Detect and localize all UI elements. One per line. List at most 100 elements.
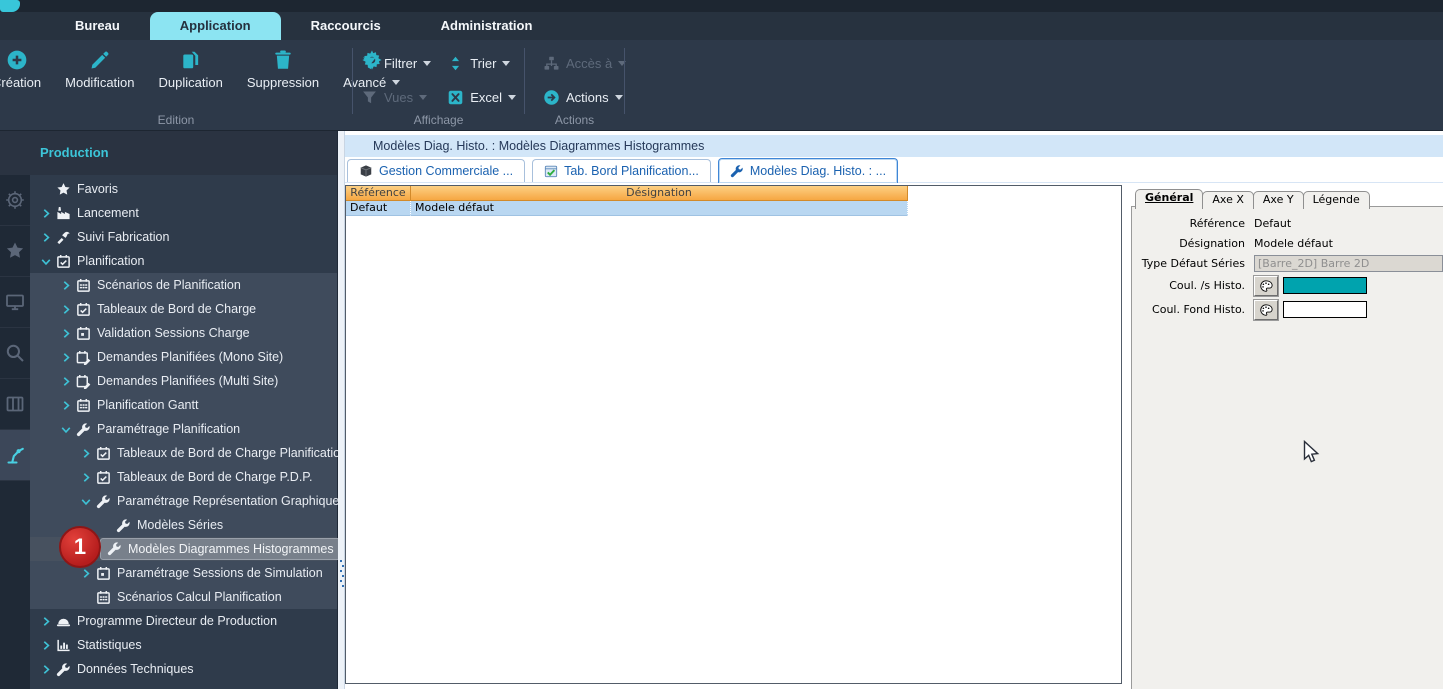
chevron-placeholder <box>38 184 54 195</box>
tree-item-demandes-planifiees-mono-site[interactable]: Demandes Planifiées (Mono Site) <box>30 345 337 369</box>
tree-item-suivi-fabrication[interactable]: Suivi Fabrication <box>30 225 337 249</box>
chevron-down-icon[interactable] <box>38 256 54 267</box>
document-tab-modeles-diag-histo[interactable]: Modèles Diag. Histo. : ... <box>718 158 898 183</box>
tree-item-tableaux-de-bord-de-charge-p-d-p[interactable]: Tableaux de Bord de Charge P.D.P. <box>30 465 337 489</box>
sidebar-splitter[interactable] <box>338 131 345 689</box>
chevron-right-icon[interactable] <box>38 616 54 627</box>
properties-tab-axe-x[interactable]: Axe X <box>1202 191 1254 209</box>
actions-button[interactable]: Actions <box>543 86 626 108</box>
tree-item-planification-gantt[interactable]: Planification Gantt <box>30 393 337 417</box>
menu-tab-bureau[interactable]: Bureau <box>45 12 150 40</box>
chevron-right-icon[interactable] <box>58 400 74 411</box>
activity-search-button[interactable] <box>0 328 30 379</box>
table-row-defaut[interactable]: DefautModele défaut <box>346 201 1121 216</box>
document-tab-gestion-commerciale[interactable]: Gestion Commerciale ... <box>347 159 525 182</box>
wrench-icon <box>730 164 744 178</box>
chevron-right-icon[interactable] <box>78 448 94 459</box>
chevron-down-icon[interactable] <box>58 424 74 435</box>
chevron-right-icon[interactable] <box>38 232 54 243</box>
navigation-sidebar: Production FavorisLancementSuivi Fabrica… <box>0 131 338 689</box>
tree-item-label: Scénarios de Planification <box>97 278 241 292</box>
main-menu: BureauApplicationRaccourcisAdministratio… <box>45 12 562 40</box>
chevron-right-icon[interactable] <box>58 376 74 387</box>
star-icon <box>5 241 25 261</box>
collapse-sidebar-icon[interactable] <box>6 145 22 161</box>
plus-circle-icon <box>6 49 28 71</box>
creation-button[interactable]: Création <box>0 47 45 92</box>
monitor-icon <box>5 292 25 312</box>
tree-item-favoris[interactable]: Favoris <box>30 177 337 201</box>
ribbon-group-edition: Création Modification Duplication Suppressi… <box>0 40 352 130</box>
activity-robot-arm-button[interactable] <box>0 430 30 481</box>
coul-fond-histo-swatch[interactable] <box>1283 301 1367 318</box>
column-header-reference[interactable]: Référence <box>346 186 411 201</box>
properties-tab-legende[interactable]: Légende <box>1303 191 1370 209</box>
chevron-right-icon[interactable] <box>58 304 74 315</box>
tree-item-demandes-planifiees-multi-site[interactable]: Demandes Planifiées (Multi Site) <box>30 369 337 393</box>
duplication-button[interactable]: Duplication <box>155 47 227 92</box>
activity-columns-button[interactable] <box>0 379 30 430</box>
view-titlebar: Modèles Diag. Histo. : Modèles Diagramme… <box>345 135 1443 157</box>
chevron-right-icon[interactable] <box>38 640 54 651</box>
filtrer-button[interactable]: Filtrer <box>361 52 431 74</box>
tree-item-statistiques[interactable]: Statistiques <box>30 633 337 657</box>
calendar-icon <box>76 326 91 341</box>
tree-item-parametrage-representation-graphique[interactable]: Paramétrage Représentation Graphique <box>30 489 337 513</box>
column-header-designation[interactable]: Désignation <box>411 186 908 201</box>
properties-tab-axe-y[interactable]: Axe Y <box>1253 191 1304 209</box>
chevron-right-icon[interactable] <box>78 568 94 579</box>
filtrer-button-label: Filtrer <box>384 56 431 71</box>
close-sidebar-icon[interactable] <box>315 145 329 159</box>
suppression-button[interactable]: Suppression <box>243 47 323 92</box>
tree-item-label: Lancement <box>77 206 139 220</box>
coul-fond-histo-picker-button[interactable] <box>1254 300 1278 320</box>
tree-item-scenarios-de-planification[interactable]: Scénarios de Planification <box>30 273 337 297</box>
document-tab-tab-bord-planification[interactable]: Tab. Bord Planification... <box>532 159 711 182</box>
tree-item-scenarios-calcul-planification[interactable]: Scénarios Calcul Planification <box>30 585 337 609</box>
acces-a-button[interactable]: Accès à <box>543 52 626 74</box>
tree-item-label: Paramétrage Sessions de Simulation <box>117 566 323 580</box>
menu-tab-application[interactable]: Application <box>150 12 281 40</box>
chevron-right-icon[interactable] <box>38 664 54 675</box>
menu-tab-raccourcis[interactable]: Raccourcis <box>281 12 411 40</box>
trier-button[interactable]: Trier <box>447 52 516 74</box>
excel-button[interactable]: Excel <box>447 86 516 108</box>
tree-item-label: Tableaux de Bord de Charge <box>97 302 256 316</box>
ribbon-group-actions: Accès àActions Actions <box>525 40 624 130</box>
properties-tab-general[interactable]: Général <box>1135 189 1203 209</box>
ribbon-group-separator <box>524 48 525 114</box>
chevron-right-icon[interactable] <box>58 280 74 291</box>
designation-label: Désignation <box>1132 237 1245 250</box>
document-tab-label: Gestion Commerciale ... <box>379 164 513 178</box>
tree-item-programme-directeur-de-production[interactable]: Programme Directeur de Production <box>30 609 337 633</box>
tree-item-donnees-techniques[interactable]: Données Techniques <box>30 657 337 681</box>
calendar-check-green-icon <box>544 164 558 178</box>
calendar-edit-icon <box>76 374 91 389</box>
activity-monitor-button[interactable] <box>0 277 30 328</box>
tree-item-tableaux-de-bord-de-charge[interactable]: Tableaux de Bord de Charge <box>30 297 337 321</box>
ribbon-group-buttons: Création Modification Duplication Suppressi… <box>0 40 352 92</box>
coul-fond-histo-label: Coul. Fond Histo. <box>1132 303 1245 316</box>
chevron-down-icon[interactable] <box>78 496 94 507</box>
chevron-right-icon[interactable] <box>58 328 74 339</box>
tree-item-validation-sessions-charge[interactable]: Validation Sessions Charge <box>30 321 337 345</box>
chevron-right-icon[interactable] <box>38 208 54 219</box>
activity-star-button[interactable] <box>0 226 30 277</box>
activity-wheel-button[interactable] <box>0 175 30 226</box>
coul-s-histo-swatch[interactable] <box>1283 277 1367 294</box>
modification-button[interactable]: Modification <box>61 47 138 92</box>
chevron-right-icon[interactable] <box>58 352 74 363</box>
tree-item-planification[interactable]: Planification <box>30 249 337 273</box>
tree-item-tableaux-de-bord-de-charge-planification[interactable]: Tableaux de Bord de Charge Planification <box>30 441 337 465</box>
chevron-right-icon[interactable] <box>78 472 94 483</box>
menu-tab-administration[interactable]: Administration <box>411 12 563 40</box>
tree-item-label: Modèles Diagrammes Histogrammes <box>128 542 334 556</box>
ribbon-toolbar: Création Modification Duplication Suppressi… <box>0 40 1443 131</box>
application-window: BureauApplicationRaccourcisAdministratio… <box>0 0 1443 689</box>
tree-item-parametrage-planification[interactable]: Paramétrage Planification <box>30 417 337 441</box>
vues-button[interactable]: Vues <box>361 86 431 108</box>
tree-item-label: Favoris <box>77 182 118 196</box>
ribbon-group-label: Edition <box>0 113 352 127</box>
tree-item-lancement[interactable]: Lancement <box>30 201 337 225</box>
coul-s-histo-picker-button[interactable] <box>1254 276 1278 296</box>
